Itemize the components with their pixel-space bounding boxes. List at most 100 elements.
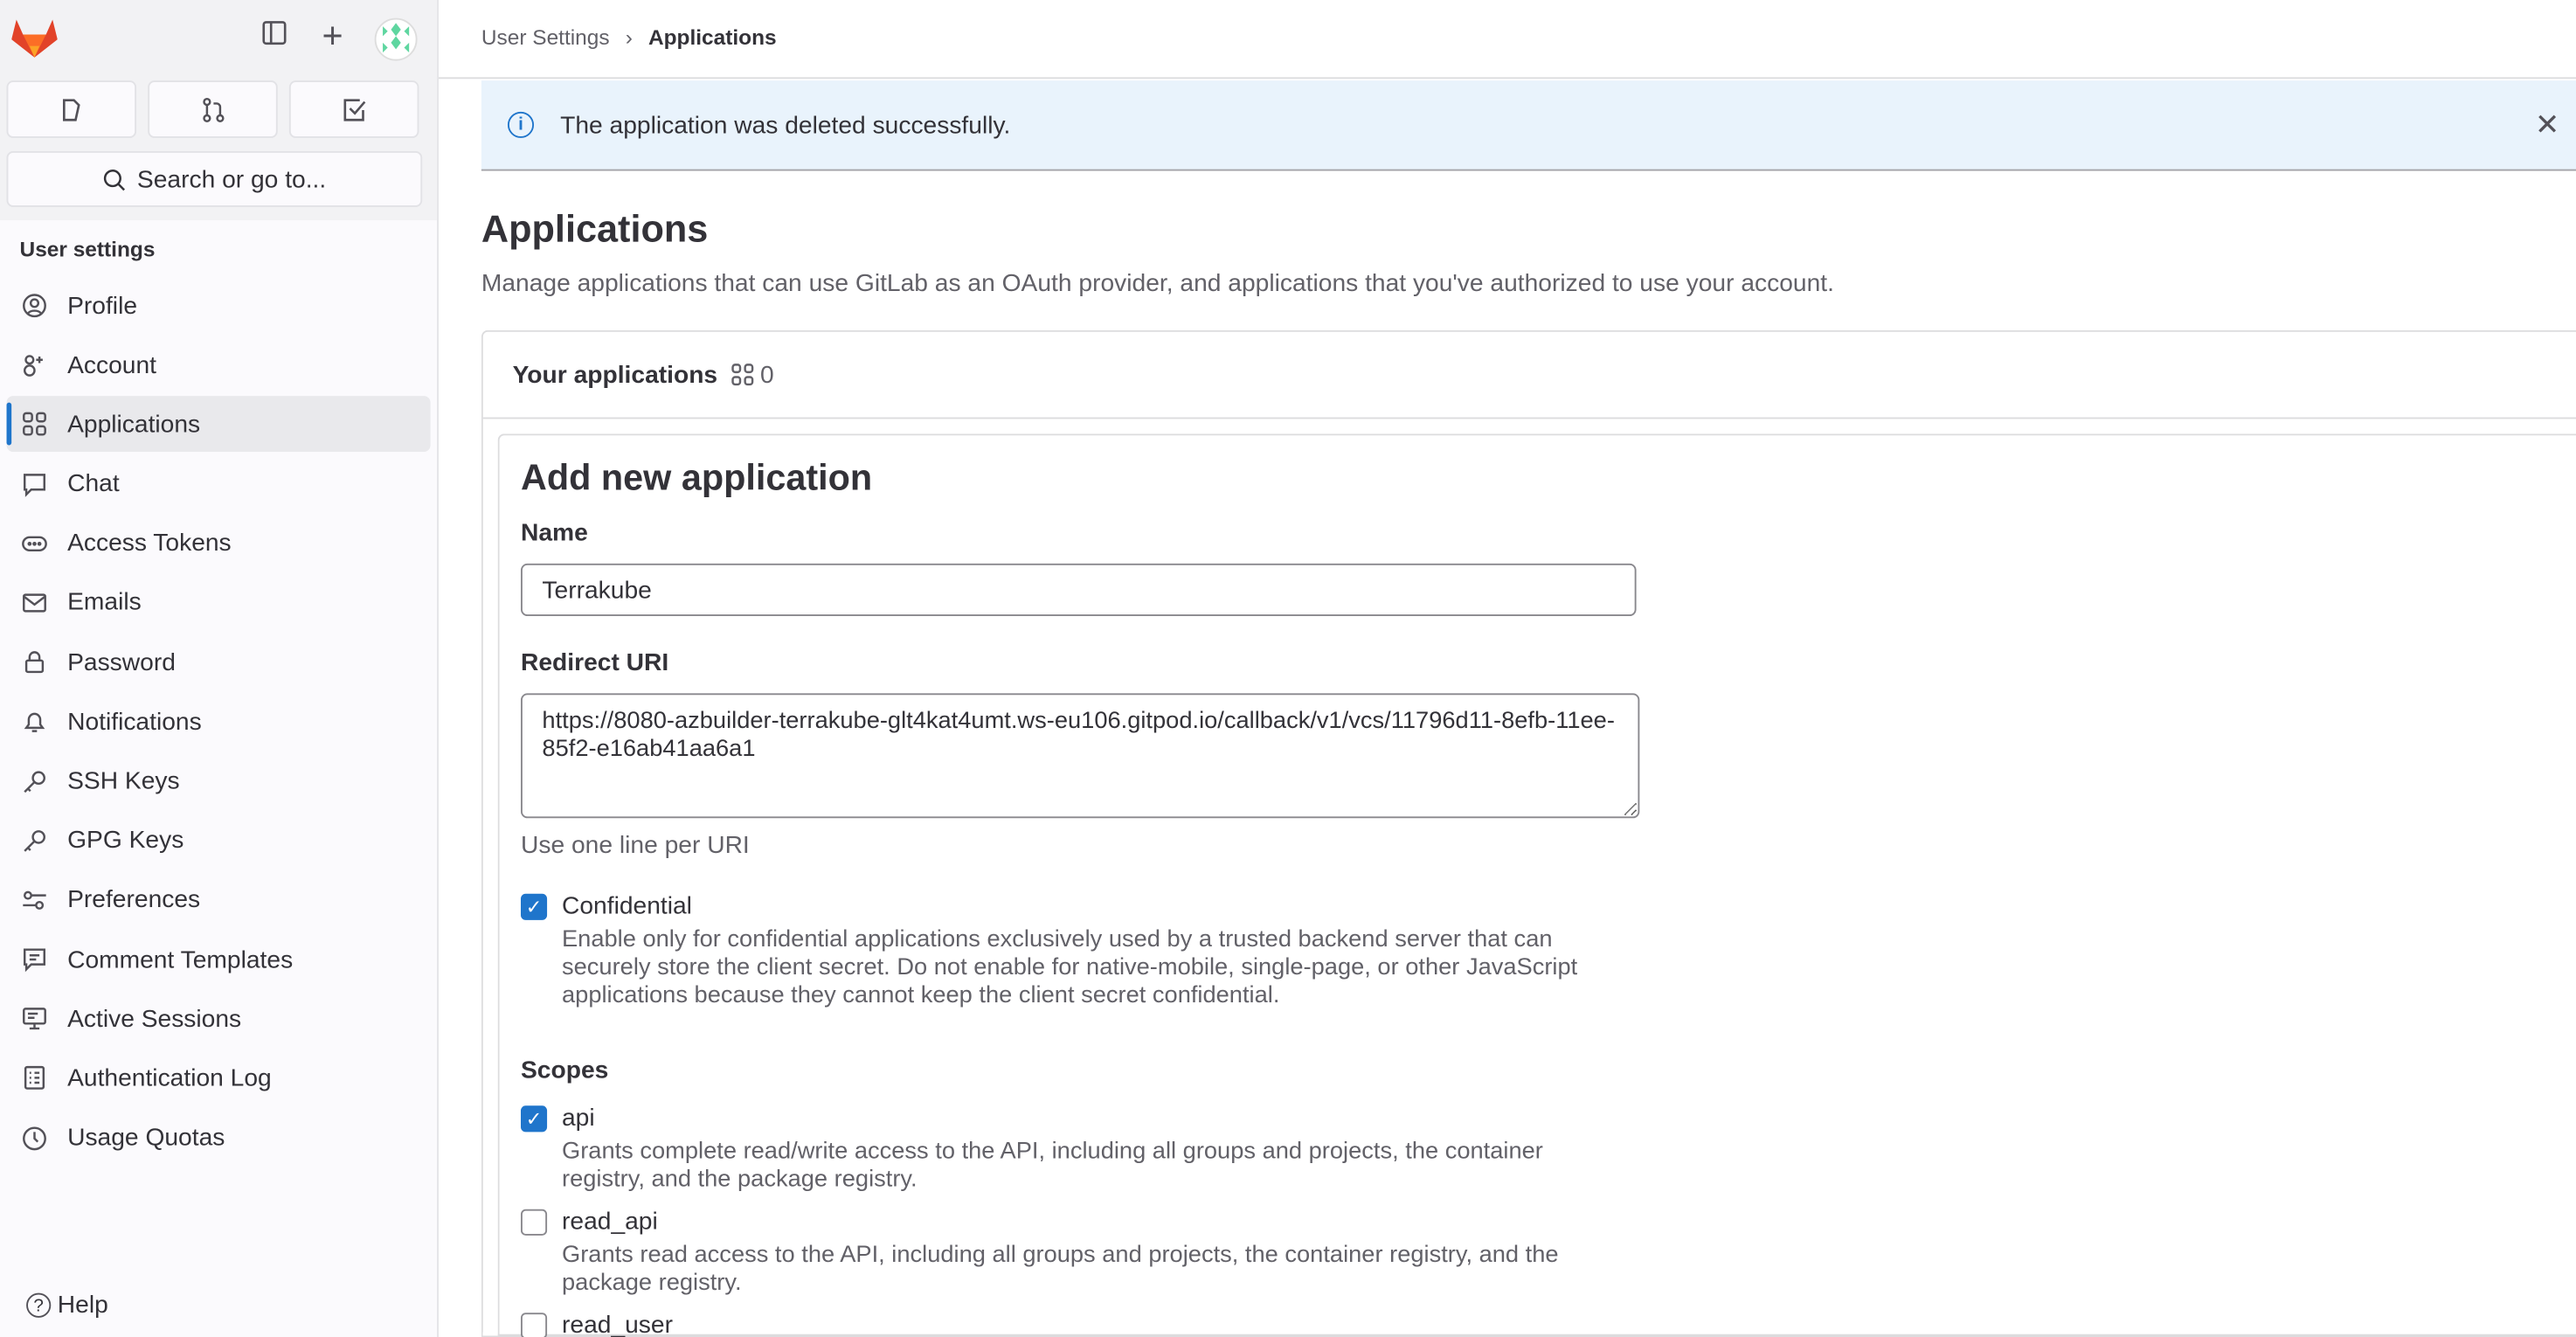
help-icon: ? xyxy=(26,1293,51,1318)
sidebar-item-label: Active Sessions xyxy=(67,1005,241,1033)
sidebar-item-chat[interactable]: Chat xyxy=(7,456,431,512)
scope-checkbox[interactable] xyxy=(521,1312,547,1337)
sidebar: + Search or go to... User settings Profi… xyxy=(0,0,439,1337)
avatar[interactable] xyxy=(375,18,418,61)
success-alert: i The application was deleted successful… xyxy=(481,80,2576,170)
profile-icon xyxy=(20,293,50,319)
sidebar-item-password[interactable]: Password xyxy=(7,634,431,690)
sidebar-item-label: Access Tokens xyxy=(67,530,232,558)
sidebar-item-label: Preferences xyxy=(67,886,200,914)
name-input[interactable]: Terrakube xyxy=(521,564,1637,616)
bell-icon xyxy=(20,709,50,735)
sidebar-item-profile[interactable]: Profile xyxy=(7,278,431,334)
sidebar-item-label: Account xyxy=(67,351,156,379)
log-icon xyxy=(20,1065,50,1091)
sidebar-item-ssh-keys[interactable]: SSH Keys xyxy=(7,753,431,809)
token-icon xyxy=(20,530,50,557)
sidebar-toggle-icon[interactable] xyxy=(261,20,287,54)
sidebar-item-label: GPG Keys xyxy=(67,827,184,855)
confidential-checkbox-row[interactable]: ✓ Confidential xyxy=(521,892,2576,920)
merge-request-icon xyxy=(199,96,225,122)
sidebar-item-gpg-keys[interactable]: GPG Keys xyxy=(7,813,431,869)
issues-button[interactable] xyxy=(7,80,137,138)
help-label: Help xyxy=(58,1292,108,1320)
alert-message: The application was deleted successfully… xyxy=(560,111,1010,139)
quota-icon xyxy=(20,1125,50,1151)
form-title: Add new application xyxy=(521,457,2576,500)
confidential-label: Confidential xyxy=(562,892,692,920)
breadcrumb-current: Applications xyxy=(648,24,777,49)
search-icon xyxy=(102,167,127,191)
mail-icon xyxy=(20,590,50,616)
sidebar-item-label: Emails xyxy=(67,589,142,617)
account-icon xyxy=(20,352,50,378)
sidebar-item-preferences[interactable]: Preferences xyxy=(7,872,431,928)
sidebar-item-label: Comment Templates xyxy=(67,946,293,973)
sidebar-item-label: Chat xyxy=(67,470,120,498)
breadcrumb: User Settings › Applications xyxy=(481,24,777,49)
todos-button[interactable] xyxy=(289,80,419,138)
scope-read_user-row[interactable]: read_user xyxy=(521,1311,2576,1337)
scope-help: Grants read access to the API, including… xyxy=(562,1242,1630,1298)
scope-checkbox[interactable]: ✓ xyxy=(521,1105,547,1131)
confidential-help: Enable only for confidential application… xyxy=(562,926,1630,1010)
sidebar-item-label: Password xyxy=(67,648,176,676)
comment-icon xyxy=(20,946,50,973)
sidebar-item-label: Profile xyxy=(67,292,137,320)
page-description: Manage applications that can use GitLab … xyxy=(481,269,1834,297)
scope-name: read_api xyxy=(562,1208,658,1236)
sidebar-item-account[interactable]: Account xyxy=(7,337,431,393)
sidebar-item-applications[interactable]: Applications xyxy=(7,397,431,453)
your-applications-label: Your applications xyxy=(513,361,718,389)
sidebar-item-usage-quotas[interactable]: Usage Quotas xyxy=(7,1110,431,1166)
redirect-uri-textarea[interactable]: https://8080-azbuilder-terrakube-glt4kat… xyxy=(521,693,1639,818)
redirect-uri-label: Redirect URI xyxy=(521,649,2576,677)
applications-card: Your applications 0 Add new application … xyxy=(481,330,2576,1337)
merge-requests-button[interactable] xyxy=(148,80,278,138)
confidential-checkbox[interactable]: ✓ xyxy=(521,893,547,919)
scope-name: read_user xyxy=(562,1311,673,1337)
sidebar-item-active-sessions[interactable]: Active Sessions xyxy=(7,991,431,1047)
scope-api-row[interactable]: ✓ api xyxy=(521,1104,2576,1132)
monitor-icon xyxy=(20,1006,50,1032)
sidebar-item-label: Usage Quotas xyxy=(67,1124,225,1152)
scope-name: api xyxy=(562,1104,595,1132)
sidebar-item-comment-templates[interactable]: Comment Templates xyxy=(7,932,431,987)
scopes-list: ✓ api Grants complete read/write access to… xyxy=(521,1104,2576,1337)
sidebar-item-emails[interactable]: Emails xyxy=(7,575,431,631)
main-content: User Settings › Applications i The appli… xyxy=(439,0,2576,1337)
sidebar-item-label: Notifications xyxy=(67,708,202,736)
help-button[interactable]: ? Help xyxy=(26,1292,108,1320)
search-button[interactable]: Search or go to... xyxy=(7,151,423,207)
key-icon xyxy=(20,828,50,854)
breadcrumb-parent[interactable]: User Settings xyxy=(481,24,610,49)
scopes-label: Scopes xyxy=(521,1056,2576,1084)
name-label: Name xyxy=(521,519,2576,547)
add-application-form: Add new application Name Terrakube Redir… xyxy=(498,433,2576,1335)
applications-count: 0 xyxy=(760,361,774,389)
sidebar-item-label: SSH Keys xyxy=(67,767,180,795)
sidebar-item-label: Applications xyxy=(67,411,200,439)
search-placeholder: Search or go to... xyxy=(137,165,326,193)
plus-icon[interactable]: + xyxy=(322,15,343,58)
divider xyxy=(439,77,2576,79)
section-title: User settings xyxy=(20,237,156,261)
preferences-icon xyxy=(20,887,50,913)
gitlab-logo-icon[interactable] xyxy=(11,17,58,67)
page-title: Applications xyxy=(481,207,708,252)
scope-read_api-row[interactable]: read_api xyxy=(521,1208,2576,1236)
sidebar-item-authentication-log[interactable]: Authentication Log xyxy=(7,1050,431,1106)
scope-checkbox[interactable] xyxy=(521,1209,547,1235)
sidebar-item-label: Authentication Log xyxy=(67,1064,272,1092)
sidebar-header: + Search or go to... xyxy=(0,0,437,220)
todo-icon xyxy=(341,96,367,122)
info-icon: i xyxy=(508,112,534,138)
chat-icon xyxy=(20,471,50,497)
redirect-uri-hint: Use one line per URI xyxy=(521,831,2576,859)
applications-icon xyxy=(731,364,753,386)
sidebar-item-access-tokens[interactable]: Access Tokens xyxy=(7,516,431,572)
scope-help: Grants complete read/write access to the… xyxy=(562,1139,1630,1195)
sidebar-item-notifications[interactable]: Notifications xyxy=(7,694,431,750)
applications-icon xyxy=(20,412,50,438)
close-icon[interactable]: ✕ xyxy=(2535,107,2559,142)
